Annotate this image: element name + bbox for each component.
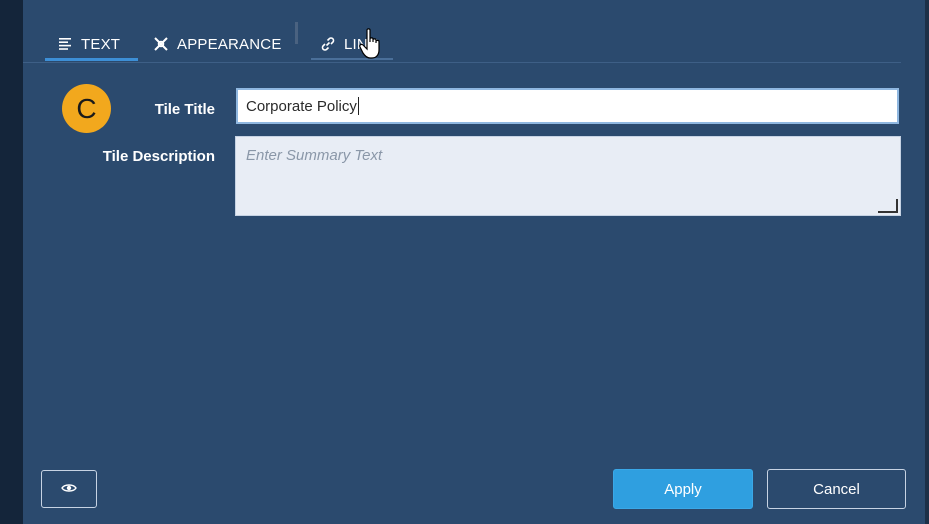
apply-button[interactable]: Apply xyxy=(613,469,753,509)
step-badge: C xyxy=(62,84,111,133)
screen: TEXT APPEARANCE LINK xyxy=(0,0,929,524)
tile-title-input[interactable]: Corporate Policy xyxy=(236,88,899,124)
tab-bar: TEXT APPEARANCE LINK xyxy=(23,22,901,63)
tab-appearance-label: APPEARANCE xyxy=(177,35,282,53)
tab-divider xyxy=(295,22,298,44)
tile-description-textarea[interactable]: Enter Summary Text xyxy=(235,136,901,216)
palette-icon xyxy=(153,36,169,52)
tile-description-label: Tile Description xyxy=(102,148,215,165)
tab-appearance[interactable]: APPEARANCE xyxy=(153,30,282,58)
hand-cursor-icon xyxy=(359,28,385,62)
left-edge xyxy=(0,0,23,524)
tab-text[interactable]: TEXT xyxy=(59,30,120,58)
tile-title-label: Tile Title xyxy=(154,101,215,118)
text-caret xyxy=(357,97,359,115)
tile-description-placeholder: Enter Summary Text xyxy=(246,147,383,164)
active-tab-indicator xyxy=(45,58,138,61)
tile-title-value: Corporate Policy xyxy=(246,97,357,115)
preview-button[interactable] xyxy=(41,470,97,508)
text-lines-icon xyxy=(59,38,73,50)
resize-handle[interactable] xyxy=(878,199,898,213)
tile-settings-dialog xyxy=(23,0,925,524)
link-icon xyxy=(320,36,336,52)
tab-text-label: TEXT xyxy=(81,35,121,53)
cancel-button[interactable]: Cancel xyxy=(767,469,906,509)
eye-icon xyxy=(61,480,77,498)
